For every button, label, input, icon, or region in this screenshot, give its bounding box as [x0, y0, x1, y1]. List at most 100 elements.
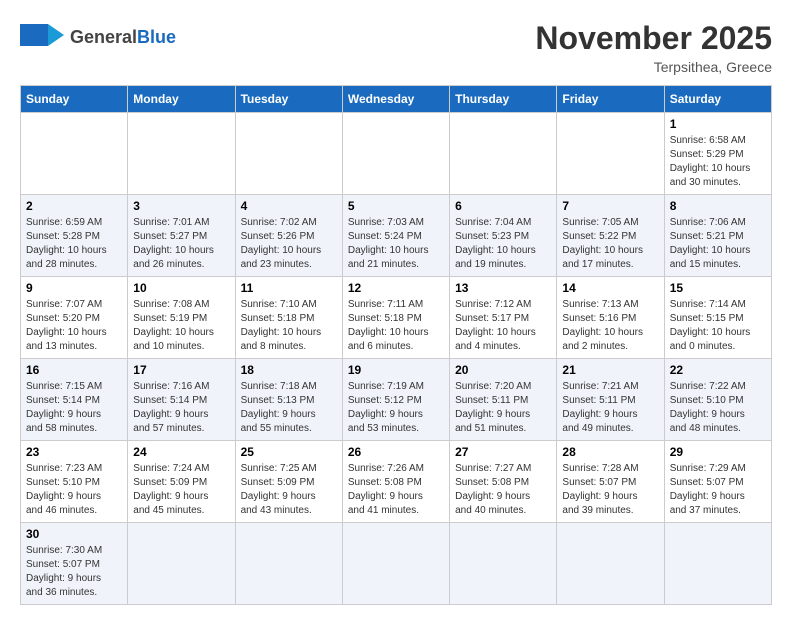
day-number: 10	[133, 281, 229, 295]
day-info: Sunrise: 7:08 AM Sunset: 5:19 PM Dayligh…	[133, 298, 229, 354]
day-info: Sunrise: 7:11 AM Sunset: 5:18 PM Dayligh…	[348, 298, 444, 354]
day-number: 16	[26, 363, 122, 377]
day-cell	[664, 523, 771, 605]
day-number: 3	[133, 199, 229, 213]
calendar-header: SundayMondayTuesdayWednesdayThursdayFrid…	[21, 86, 772, 113]
day-cell	[342, 113, 449, 195]
day-number: 12	[348, 281, 444, 295]
day-info: Sunrise: 7:15 AM Sunset: 5:14 PM Dayligh…	[26, 380, 122, 436]
day-cell: 30 Sunrise: 7:30 AM Sunset: 5:07 PM Dayli…	[21, 523, 128, 605]
day-cell: 12 Sunrise: 7:11 AM Sunset: 5:18 PM Dayli…	[342, 277, 449, 359]
day-number: 25	[241, 445, 337, 459]
day-info: Sunrise: 7:20 AM Sunset: 5:11 PM Dayligh…	[455, 380, 551, 436]
day-info: Sunrise: 7:12 AM Sunset: 5:17 PM Dayligh…	[455, 298, 551, 354]
day-info: Sunrise: 7:03 AM Sunset: 5:24 PM Dayligh…	[348, 216, 444, 272]
day-cell: 14 Sunrise: 7:13 AM Sunset: 5:16 PM Dayli…	[557, 277, 664, 359]
day-number: 15	[670, 281, 766, 295]
day-cell	[450, 523, 557, 605]
day-number: 8	[670, 199, 766, 213]
day-info: Sunrise: 6:59 AM Sunset: 5:28 PM Dayligh…	[26, 216, 122, 272]
calendar-table: SundayMondayTuesdayWednesdayThursdayFrid…	[20, 85, 772, 605]
weekday-header-wednesday: Wednesday	[342, 86, 449, 113]
day-number: 7	[562, 199, 658, 213]
day-cell: 3 Sunrise: 7:01 AM Sunset: 5:27 PM Daylig…	[128, 195, 235, 277]
day-number: 4	[241, 199, 337, 213]
day-cell: 21 Sunrise: 7:21 AM Sunset: 5:11 PM Dayli…	[557, 359, 664, 441]
day-info: Sunrise: 7:02 AM Sunset: 5:26 PM Dayligh…	[241, 216, 337, 272]
day-number: 28	[562, 445, 658, 459]
day-number: 1	[670, 117, 766, 131]
week-row-3: 9Sunrise: 7:07 AM Sunset: 5:20 PM Daylig…	[21, 277, 772, 359]
day-cell	[235, 523, 342, 605]
day-number: 18	[241, 363, 337, 377]
day-number: 20	[455, 363, 551, 377]
day-info: Sunrise: 7:25 AM Sunset: 5:09 PM Dayligh…	[241, 462, 337, 518]
week-row-4: 16 Sunrise: 7:15 AM Sunset: 5:14 PM Dayli…	[21, 359, 772, 441]
weekday-header-tuesday: Tuesday	[235, 86, 342, 113]
day-info: Sunrise: 7:26 AM Sunset: 5:08 PM Dayligh…	[348, 462, 444, 518]
day-number: 30	[26, 527, 122, 541]
day-cell	[450, 113, 557, 195]
day-number: 23	[26, 445, 122, 459]
day-info: Sunrise: 7:21 AM Sunset: 5:11 PM Dayligh…	[562, 380, 658, 436]
logo-general-text: GeneralBlue	[70, 28, 176, 48]
day-cell: 5 Sunrise: 7:03 AM Sunset: 5:24 PM Daylig…	[342, 195, 449, 277]
title-block: November 2025 Terpsithea, Greece	[535, 20, 772, 75]
day-cell: 10 Sunrise: 7:08 AM Sunset: 5:19 PM Dayli…	[128, 277, 235, 359]
day-cell: 8Sunrise: 7:06 AM Sunset: 5:21 PM Daylig…	[664, 195, 771, 277]
day-number: 24	[133, 445, 229, 459]
day-number: 2	[26, 199, 122, 213]
day-info: Sunrise: 7:10 AM Sunset: 5:18 PM Dayligh…	[241, 298, 337, 354]
weekday-header-sunday: Sunday	[21, 86, 128, 113]
weekday-header-saturday: Saturday	[664, 86, 771, 113]
day-info: Sunrise: 7:14 AM Sunset: 5:15 PM Dayligh…	[670, 298, 766, 354]
day-info: Sunrise: 7:29 AM Sunset: 5:07 PM Dayligh…	[670, 462, 766, 518]
day-info: Sunrise: 6:58 AM Sunset: 5:29 PM Dayligh…	[670, 134, 766, 190]
day-cell: 1 Sunrise: 6:58 AM Sunset: 5:29 PM Daylig…	[664, 113, 771, 195]
day-cell: 20 Sunrise: 7:20 AM Sunset: 5:11 PM Dayli…	[450, 359, 557, 441]
weekday-header-monday: Monday	[128, 86, 235, 113]
day-info: Sunrise: 7:01 AM Sunset: 5:27 PM Dayligh…	[133, 216, 229, 272]
day-info: Sunrise: 7:27 AM Sunset: 5:08 PM Dayligh…	[455, 462, 551, 518]
weekday-header-friday: Friday	[557, 86, 664, 113]
day-cell	[342, 523, 449, 605]
day-info: Sunrise: 7:22 AM Sunset: 5:10 PM Dayligh…	[670, 380, 766, 436]
day-cell: 25 Sunrise: 7:25 AM Sunset: 5:09 PM Dayli…	[235, 441, 342, 523]
day-number: 29	[670, 445, 766, 459]
day-cell: 16 Sunrise: 7:15 AM Sunset: 5:14 PM Dayli…	[21, 359, 128, 441]
day-cell: 6 Sunrise: 7:04 AM Sunset: 5:23 PM Daylig…	[450, 195, 557, 277]
day-cell	[128, 523, 235, 605]
logo-text-block: GeneralBlue	[70, 28, 176, 48]
day-cell	[235, 113, 342, 195]
day-cell	[557, 523, 664, 605]
day-cell: 13Sunrise: 7:12 AM Sunset: 5:17 PM Dayli…	[450, 277, 557, 359]
calendar-body: 1 Sunrise: 6:58 AM Sunset: 5:29 PM Daylig…	[21, 113, 772, 605]
day-cell: 28 Sunrise: 7:28 AM Sunset: 5:07 PM Dayli…	[557, 441, 664, 523]
day-number: 11	[241, 281, 337, 295]
day-number: 6	[455, 199, 551, 213]
day-info: Sunrise: 7:28 AM Sunset: 5:07 PM Dayligh…	[562, 462, 658, 518]
week-row-1: 1 Sunrise: 6:58 AM Sunset: 5:29 PM Daylig…	[21, 113, 772, 195]
day-info: Sunrise: 7:07 AM Sunset: 5:20 PM Dayligh…	[26, 298, 122, 354]
day-cell: 18Sunrise: 7:18 AM Sunset: 5:13 PM Dayli…	[235, 359, 342, 441]
day-number: 17	[133, 363, 229, 377]
day-number: 21	[562, 363, 658, 377]
day-info: Sunrise: 7:30 AM Sunset: 5:07 PM Dayligh…	[26, 544, 122, 600]
day-cell: 4 Sunrise: 7:02 AM Sunset: 5:26 PM Daylig…	[235, 195, 342, 277]
day-cell: 17Sunrise: 7:16 AM Sunset: 5:14 PM Dayli…	[128, 359, 235, 441]
day-cell: 2 Sunrise: 6:59 AM Sunset: 5:28 PM Daylig…	[21, 195, 128, 277]
header-row: SundayMondayTuesdayWednesdayThursdayFrid…	[21, 86, 772, 113]
week-row-5: 23 Sunrise: 7:23 AM Sunset: 5:10 PM Dayli…	[21, 441, 772, 523]
day-cell: 27Sunrise: 7:27 AM Sunset: 5:08 PM Dayli…	[450, 441, 557, 523]
day-number: 14	[562, 281, 658, 295]
day-info: Sunrise: 7:04 AM Sunset: 5:23 PM Dayligh…	[455, 216, 551, 272]
day-info: Sunrise: 7:23 AM Sunset: 5:10 PM Dayligh…	[26, 462, 122, 518]
location-subtitle: Terpsithea, Greece	[535, 59, 772, 75]
day-info: Sunrise: 7:13 AM Sunset: 5:16 PM Dayligh…	[562, 298, 658, 354]
day-cell	[557, 113, 664, 195]
day-number: 5	[348, 199, 444, 213]
week-row-6: 30 Sunrise: 7:30 AM Sunset: 5:07 PM Dayli…	[21, 523, 772, 605]
day-cell	[21, 113, 128, 195]
day-cell: 23 Sunrise: 7:23 AM Sunset: 5:10 PM Dayli…	[21, 441, 128, 523]
day-info: Sunrise: 7:05 AM Sunset: 5:22 PM Dayligh…	[562, 216, 658, 272]
